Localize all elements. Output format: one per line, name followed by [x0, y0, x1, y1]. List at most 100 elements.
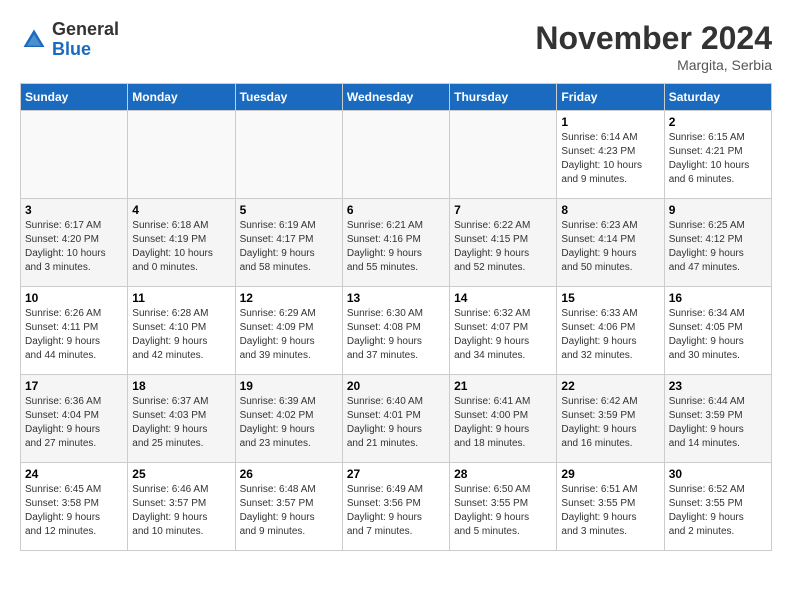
day-number: 28: [454, 467, 552, 481]
calendar-day-cell: 18 Sunrise: 6:37 AM Sunset: 4:03 PM Dayli…: [128, 375, 235, 463]
day-info: Sunrise: 6:34 AM Sunset: 4:05 PM Dayligh…: [669, 307, 767, 363]
calendar-day-cell: 17 Sunrise: 6:36 AM Sunset: 4:04 PM Dayli…: [21, 375, 128, 463]
calendar-day-cell: 9Sunrise: 6:25 AM Sunset: 4:12 PM Daylig…: [664, 199, 771, 287]
weekday-header-friday: Friday: [557, 84, 664, 111]
calendar-day-cell: 4 Sunrise: 6:18 AM Sunset: 4:19 PM Daylig…: [128, 199, 235, 287]
calendar-week-row: 17 Sunrise: 6:36 AM Sunset: 4:04 PM Dayli…: [21, 375, 772, 463]
day-number: 20: [347, 379, 445, 393]
calendar-day-cell: 12 Sunrise: 6:29 AM Sunset: 4:09 PM Dayli…: [235, 287, 342, 375]
day-info: Sunrise: 6:33 AM Sunset: 4:06 PM Dayligh…: [561, 307, 659, 363]
day-info: Sunrise: 6:40 AM Sunset: 4:01 PM Dayligh…: [347, 395, 445, 451]
day-number: 23: [669, 379, 767, 393]
day-number: 30: [669, 467, 767, 481]
location-subtitle: Margita, Serbia: [535, 57, 772, 73]
weekday-header-row: SundayMondayTuesdayWednesdayThursdayFrid…: [21, 84, 772, 111]
calendar-week-row: 10Sunrise: 6:26 AM Sunset: 4:11 PM Dayli…: [21, 287, 772, 375]
calendar-day-cell: 10Sunrise: 6:26 AM Sunset: 4:11 PM Dayli…: [21, 287, 128, 375]
day-number: 21: [454, 379, 552, 393]
title-area: November 2024 Margita, Serbia: [535, 20, 772, 73]
day-number: 27: [347, 467, 445, 481]
calendar-day-cell: 6 Sunrise: 6:21 AM Sunset: 4:16 PM Daylig…: [342, 199, 449, 287]
day-info: Sunrise: 6:44 AM Sunset: 3:59 PM Dayligh…: [669, 395, 767, 451]
day-info: Sunrise: 6:46 AM Sunset: 3:57 PM Dayligh…: [132, 483, 230, 539]
calendar-day-cell: 28 Sunrise: 6:50 AM Sunset: 3:55 PM Dayli…: [450, 463, 557, 551]
day-number: 1: [561, 115, 659, 129]
calendar-day-cell: 26 Sunrise: 6:48 AM Sunset: 3:57 PM Dayli…: [235, 463, 342, 551]
day-number: 25: [132, 467, 230, 481]
logo: General Blue: [20, 20, 119, 60]
calendar-week-row: 3Sunrise: 6:17 AM Sunset: 4:20 PM Daylig…: [21, 199, 772, 287]
weekday-header-saturday: Saturday: [664, 84, 771, 111]
day-number: 6: [347, 203, 445, 217]
day-number: 13: [347, 291, 445, 305]
day-info: Sunrise: 6:30 AM Sunset: 4:08 PM Dayligh…: [347, 307, 445, 363]
calendar-day-cell: 20 Sunrise: 6:40 AM Sunset: 4:01 PM Dayli…: [342, 375, 449, 463]
calendar-day-cell: 8 Sunrise: 6:23 AM Sunset: 4:14 PM Daylig…: [557, 199, 664, 287]
day-info: Sunrise: 6:23 AM Sunset: 4:14 PM Dayligh…: [561, 219, 659, 275]
day-number: 18: [132, 379, 230, 393]
day-info: Sunrise: 6:29 AM Sunset: 4:09 PM Dayligh…: [240, 307, 338, 363]
calendar-day-cell: 7Sunrise: 6:22 AM Sunset: 4:15 PM Daylig…: [450, 199, 557, 287]
page-header: General Blue November 2024 Margita, Serb…: [20, 20, 772, 73]
weekday-header-tuesday: Tuesday: [235, 84, 342, 111]
calendar-day-cell: 3Sunrise: 6:17 AM Sunset: 4:20 PM Daylig…: [21, 199, 128, 287]
calendar-day-cell: 30 Sunrise: 6:52 AM Sunset: 3:55 PM Dayli…: [664, 463, 771, 551]
day-info: Sunrise: 6:17 AM Sunset: 4:20 PM Dayligh…: [25, 219, 123, 275]
day-number: 17: [25, 379, 123, 393]
calendar-day-cell: 22 Sunrise: 6:42 AM Sunset: 3:59 PM Dayli…: [557, 375, 664, 463]
weekday-header-sunday: Sunday: [21, 84, 128, 111]
calendar-day-cell: 16 Sunrise: 6:34 AM Sunset: 4:05 PM Dayli…: [664, 287, 771, 375]
calendar-day-cell: 27 Sunrise: 6:49 AM Sunset: 3:56 PM Dayli…: [342, 463, 449, 551]
calendar-day-cell: [235, 111, 342, 199]
day-info: Sunrise: 6:51 AM Sunset: 3:55 PM Dayligh…: [561, 483, 659, 539]
day-number: 16: [669, 291, 767, 305]
day-info: Sunrise: 6:48 AM Sunset: 3:57 PM Dayligh…: [240, 483, 338, 539]
day-number: 10: [25, 291, 123, 305]
logo-icon: [20, 26, 48, 54]
day-number: 4: [132, 203, 230, 217]
day-info: Sunrise: 6:18 AM Sunset: 4:19 PM Dayligh…: [132, 219, 230, 275]
day-info: Sunrise: 6:36 AM Sunset: 4:04 PM Dayligh…: [25, 395, 123, 451]
calendar-week-row: 24Sunrise: 6:45 AM Sunset: 3:58 PM Dayli…: [21, 463, 772, 551]
day-info: Sunrise: 6:37 AM Sunset: 4:03 PM Dayligh…: [132, 395, 230, 451]
month-title: November 2024: [535, 20, 772, 57]
calendar-day-cell: 29 Sunrise: 6:51 AM Sunset: 3:55 PM Dayli…: [557, 463, 664, 551]
day-info: Sunrise: 6:14 AM Sunset: 4:23 PM Dayligh…: [561, 131, 659, 187]
weekday-header-monday: Monday: [128, 84, 235, 111]
day-info: Sunrise: 6:28 AM Sunset: 4:10 PM Dayligh…: [132, 307, 230, 363]
day-info: Sunrise: 6:39 AM Sunset: 4:02 PM Dayligh…: [240, 395, 338, 451]
day-number: 2: [669, 115, 767, 129]
calendar-day-cell: 15 Sunrise: 6:33 AM Sunset: 4:06 PM Dayli…: [557, 287, 664, 375]
day-number: 5: [240, 203, 338, 217]
calendar-day-cell: [342, 111, 449, 199]
day-info: Sunrise: 6:15 AM Sunset: 4:21 PM Dayligh…: [669, 131, 767, 187]
day-info: Sunrise: 6:52 AM Sunset: 3:55 PM Dayligh…: [669, 483, 767, 539]
day-number: 26: [240, 467, 338, 481]
day-number: 8: [561, 203, 659, 217]
day-number: 29: [561, 467, 659, 481]
day-info: Sunrise: 6:41 AM Sunset: 4:00 PM Dayligh…: [454, 395, 552, 451]
day-info: Sunrise: 6:42 AM Sunset: 3:59 PM Dayligh…: [561, 395, 659, 451]
day-info: Sunrise: 6:45 AM Sunset: 3:58 PM Dayligh…: [25, 483, 123, 539]
day-number: 12: [240, 291, 338, 305]
calendar-day-cell: [21, 111, 128, 199]
calendar-day-cell: 1 Sunrise: 6:14 AM Sunset: 4:23 PM Daylig…: [557, 111, 664, 199]
calendar-week-row: 1 Sunrise: 6:14 AM Sunset: 4:23 PM Daylig…: [21, 111, 772, 199]
calendar-day-cell: [450, 111, 557, 199]
day-info: Sunrise: 6:49 AM Sunset: 3:56 PM Dayligh…: [347, 483, 445, 539]
logo-text: General Blue: [52, 20, 119, 60]
calendar-day-cell: 13 Sunrise: 6:30 AM Sunset: 4:08 PM Dayli…: [342, 287, 449, 375]
day-number: 11: [132, 291, 230, 305]
day-number: 15: [561, 291, 659, 305]
calendar-day-cell: 25 Sunrise: 6:46 AM Sunset: 3:57 PM Dayli…: [128, 463, 235, 551]
calendar-day-cell: 24Sunrise: 6:45 AM Sunset: 3:58 PM Dayli…: [21, 463, 128, 551]
day-number: 22: [561, 379, 659, 393]
weekday-header-thursday: Thursday: [450, 84, 557, 111]
calendar-day-cell: 23 Sunrise: 6:44 AM Sunset: 3:59 PM Dayli…: [664, 375, 771, 463]
day-info: Sunrise: 6:25 AM Sunset: 4:12 PM Dayligh…: [669, 219, 767, 275]
weekday-header-wednesday: Wednesday: [342, 84, 449, 111]
day-info: Sunrise: 6:21 AM Sunset: 4:16 PM Dayligh…: [347, 219, 445, 275]
day-info: Sunrise: 6:32 AM Sunset: 4:07 PM Dayligh…: [454, 307, 552, 363]
day-info: Sunrise: 6:50 AM Sunset: 3:55 PM Dayligh…: [454, 483, 552, 539]
calendar-day-cell: 2 Sunrise: 6:15 AM Sunset: 4:21 PM Daylig…: [664, 111, 771, 199]
